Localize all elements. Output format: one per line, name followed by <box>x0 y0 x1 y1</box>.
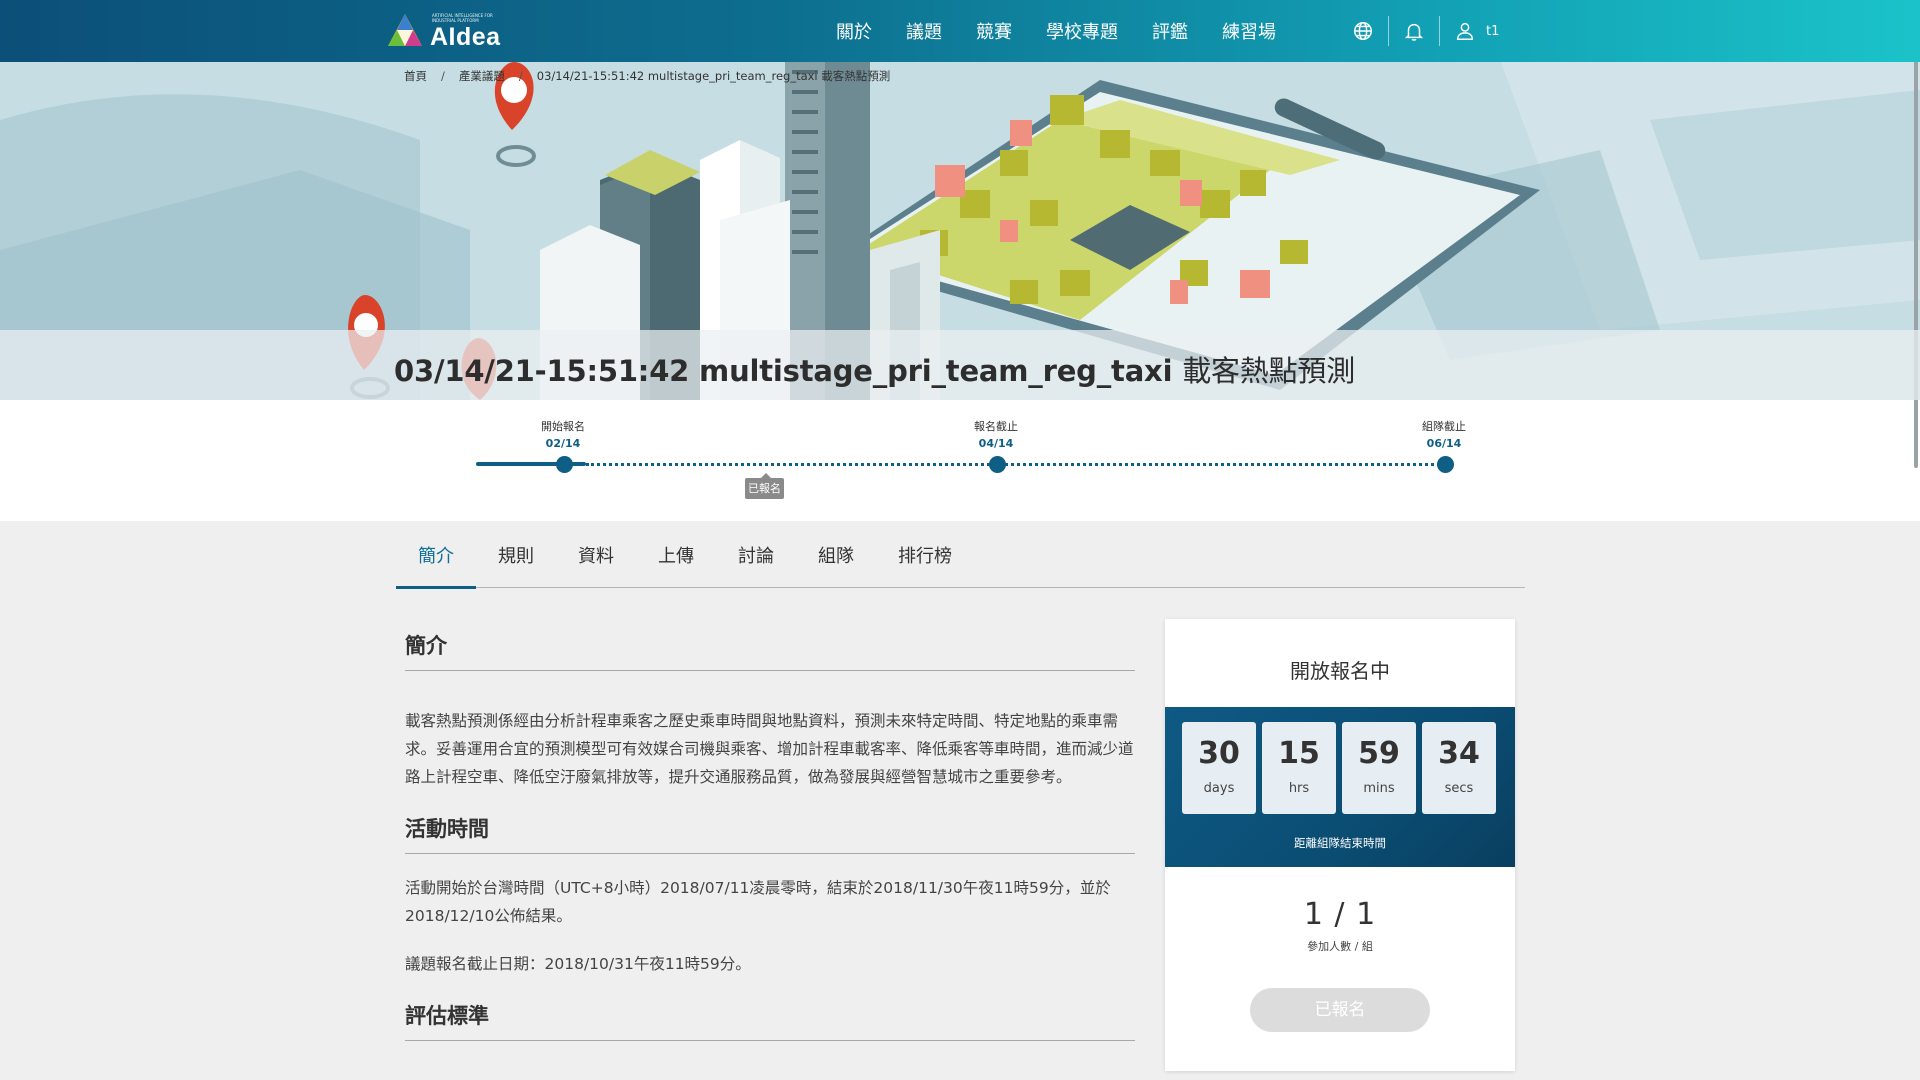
breadcrumb-separator: / <box>441 69 445 83</box>
registration-timeline: 開始報名 02/14 報名截止 04/14 組隊截止 06/14 已報名 <box>0 400 1920 521</box>
countdown-value: 15 <box>1278 736 1320 771</box>
milestone-label: 報名截止 <box>974 420 1018 433</box>
page-title: 03/14/21-15:51:42 multistage_pri_team_re… <box>394 348 1355 390</box>
tab-discussion[interactable]: 討論 <box>716 528 796 588</box>
nav-item-practice[interactable]: 練習場 <box>1222 18 1276 44</box>
milestone-date: 04/14 <box>978 437 1014 450</box>
countdown-unit: mins <box>1363 781 1395 796</box>
section-title-evaluation: 評估標準 <box>405 1000 1135 1041</box>
page-title-main: 03/14/21-15:51:42 multistage_pri_team_re… <box>394 354 1173 388</box>
countdown-value: 30 <box>1198 736 1240 771</box>
countdown-boxes: 30 days 15 hrs 59 mins 34 secs <box>1182 722 1502 814</box>
breadcrumb-current: 03/14/21-15:51:42 multistage_pri_team_re… <box>536 69 891 83</box>
milestone-label: 組隊截止 <box>1422 420 1466 433</box>
countdown-caption: 距離組隊結束時間 <box>1294 836 1386 850</box>
countdown-unit: hrs <box>1288 781 1310 796</box>
nav-divider <box>1439 16 1440 46</box>
registered-button[interactable]: 已報名 <box>1250 988 1430 1032</box>
members-label: 參加人數 / 組 <box>1307 940 1373 953</box>
breadcrumb-category[interactable]: 產業議題 <box>459 68 505 84</box>
section-title-intro: 簡介 <box>405 630 1135 671</box>
section-title-time: 活動時間 <box>405 813 1135 854</box>
nav-actions: t1 <box>1352 0 1499 62</box>
countdown-value: 34 <box>1438 736 1480 771</box>
milestone-team-end: 組隊截止 06/14 <box>1399 418 1489 452</box>
page-title-zh: 載客熱點預測 <box>1182 354 1356 388</box>
members-count: 1 / 1 <box>1303 897 1377 932</box>
countdown-unit: secs <box>1444 781 1474 796</box>
intro-content: 簡介 載客熱點預測係經由分析計程車乘客之歷史乘車時間與地點資料，預測未來特定時間… <box>405 630 1135 1041</box>
top-navbar: ARTIFICIAL INTELLIGENCE FOR INDUSTRIAL P… <box>0 0 1920 62</box>
timeline-track <box>586 463 1446 466</box>
tab-team[interactable]: 組隊 <box>796 528 876 588</box>
countdown-minutes: 59 mins <box>1342 722 1416 814</box>
milestone-label: 開始報名 <box>541 420 585 433</box>
globe-icon[interactable] <box>1352 20 1374 42</box>
nav-divider <box>1388 16 1389 46</box>
tab-rules[interactable]: 規則 <box>476 528 556 588</box>
registration-card: 開放報名中 30 days 15 hrs 59 mins 34 secs 距離組… <box>1165 619 1515 1071</box>
milestone-registration-end: 報名截止 04/14 <box>951 418 1041 452</box>
countdown-seconds: 34 secs <box>1422 722 1496 814</box>
countdown-panel: 30 days 15 hrs 59 mins 34 secs 距離組隊結束時間 <box>1165 707 1515 867</box>
logo-tagline: ARTIFICIAL INTELLIGENCE FOR INDUSTRIAL P… <box>432 13 493 23</box>
logo-mark-icon <box>388 14 422 46</box>
nav-item-evaluation[interactable]: 評鑑 <box>1152 18 1188 44</box>
page-scrollbar[interactable] <box>1912 0 1920 1080</box>
registered-badge: 已報名 <box>745 473 784 499</box>
milestone-node <box>1437 456 1454 473</box>
main-menu: 關於 議題 競賽 學校專題 評鑑 練習場 <box>836 0 1310 62</box>
nav-item-competitions[interactable]: 競賽 <box>976 18 1012 44</box>
milestone-date: 02/14 <box>545 437 581 450</box>
milestone-date: 06/14 <box>1426 437 1462 450</box>
milestone-start: 開始報名 02/14 <box>518 418 608 452</box>
user-name[interactable]: t1 <box>1486 24 1499 39</box>
tab-bar: 簡介 規則 資料 上傳 討論 組隊 排行榜 <box>396 528 1525 589</box>
countdown-value: 59 <box>1358 736 1400 771</box>
tab-intro[interactable]: 簡介 <box>396 528 476 589</box>
nav-item-topics[interactable]: 議題 <box>906 18 942 44</box>
milestone-node <box>556 456 573 473</box>
breadcrumb-home[interactable]: 首頁 <box>404 68 427 84</box>
logo-text: AIdea <box>430 22 501 51</box>
time-paragraph: 活動開始於台灣時間（UTC+8小時）2018/07/11凌晨零時，結束於2018… <box>405 879 1111 925</box>
tab-data[interactable]: 資料 <box>556 528 636 588</box>
tab-leaderboard[interactable]: 排行榜 <box>876 528 974 588</box>
countdown-hours: 15 hrs <box>1262 722 1336 814</box>
breadcrumb: 首頁 / 產業議題 / 03/14/21-15:51:42 multistage… <box>404 68 890 84</box>
registration-status: 開放報名中 <box>1290 659 1390 683</box>
milestone-node <box>989 456 1006 473</box>
tab-upload[interactable]: 上傳 <box>636 528 716 588</box>
intro-paragraph: 載客熱點預測係經由分析計程車乘客之歷史乘車時間與地點資料，預測未來特定時間、特定… <box>405 712 1134 786</box>
aidea-logo[interactable]: ARTIFICIAL INTELLIGENCE FOR INDUSTRIAL P… <box>386 10 501 52</box>
countdown-unit: days <box>1203 781 1235 796</box>
user-icon[interactable] <box>1454 20 1476 42</box>
bell-icon[interactable] <box>1403 20 1425 42</box>
team-members: 1 / 1 參加人數 / 組 <box>1165 897 1515 954</box>
countdown-days: 30 days <box>1182 722 1256 814</box>
deadline-paragraph: 議題報名截止日期：2018/10/31午夜11時59分。 <box>405 955 751 973</box>
nav-item-school-projects[interactable]: 學校專題 <box>1046 18 1118 44</box>
nav-item-about[interactable]: 關於 <box>836 18 872 44</box>
breadcrumb-separator: / <box>518 69 523 83</box>
